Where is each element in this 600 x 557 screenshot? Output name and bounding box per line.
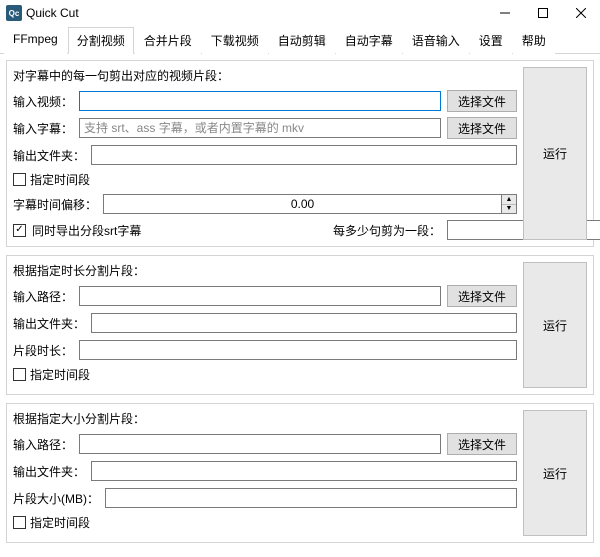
export-srt-label: 同时导出分段srt字幕 [32, 222, 141, 239]
offset-field[interactable] [103, 194, 501, 214]
specify-time-checkbox-2[interactable] [13, 368, 26, 381]
out-folder-label-3: 输出文件夹： [13, 463, 85, 480]
section1-desc: 对字幕中的每一句剪出对应的视频片段： [13, 67, 517, 84]
tab-merge[interactable]: 合并片段 [135, 27, 201, 54]
specify-time-label-3: 指定时间段 [30, 514, 90, 531]
export-srt-checkbox[interactable] [13, 224, 26, 237]
out-folder-field-1[interactable] [91, 145, 517, 165]
maximize-button[interactable] [524, 0, 562, 26]
specify-time-label-1: 指定时间段 [30, 171, 90, 188]
tab-help[interactable]: 帮助 [513, 27, 555, 54]
input-path-label-2: 输入路径： [13, 288, 73, 305]
minimize-button[interactable] [486, 0, 524, 26]
input-path-label-3: 输入路径： [13, 436, 73, 453]
tab-bar: FFmpeg 分割视频 合并片段 下载视频 自动剪辑 自动字幕 语音输入 设置 … [0, 26, 600, 54]
run-button-3[interactable]: 运行 [523, 410, 587, 536]
section-size-split: 根据指定大小分割片段： 输入路径： 选择文件 输出文件夹： 片段大小(MB)： … [6, 403, 594, 543]
run-button-1[interactable]: 运行 [523, 67, 587, 240]
duration-label: 片段时长： [13, 342, 73, 359]
choose-file-button-2[interactable]: 选择文件 [447, 285, 517, 307]
offset-spin-down[interactable]: ▼ [502, 205, 516, 214]
offset-label: 字幕时间偏移： [13, 196, 97, 213]
choose-file-button-3[interactable]: 选择文件 [447, 433, 517, 455]
tab-split-video[interactable]: 分割视频 [68, 27, 134, 54]
section2-desc: 根据指定时长分割片段： [13, 262, 517, 279]
section3-desc: 根据指定大小分割片段： [13, 410, 517, 427]
choose-file-sub-button[interactable]: 选择文件 [447, 117, 517, 139]
tab-auto-edit[interactable]: 自动剪辑 [269, 27, 335, 54]
section-duration-split: 根据指定时长分割片段： 输入路径： 选择文件 输出文件夹： 片段时长： 指定时间… [6, 255, 594, 395]
tab-voice-input[interactable]: 语音输入 [403, 27, 469, 54]
size-field[interactable] [105, 488, 517, 508]
specify-time-checkbox-1[interactable] [13, 173, 26, 186]
input-video-field[interactable] [79, 91, 441, 111]
tab-settings[interactable]: 设置 [470, 27, 512, 54]
input-sub-field[interactable] [79, 118, 441, 138]
app-icon: Qc [6, 5, 22, 21]
section-subtitle-split: 对字幕中的每一句剪出对应的视频片段： 输入视频： 选择文件 输入字幕： 选择文件… [6, 60, 594, 247]
tab-ffmpeg[interactable]: FFmpeg [4, 27, 67, 54]
content: 对字幕中的每一句剪出对应的视频片段： 输入视频： 选择文件 输入字幕： 选择文件… [0, 54, 600, 557]
specify-time-label-2: 指定时间段 [30, 366, 90, 383]
every-label: 每多少句剪为一段： [333, 222, 441, 239]
input-path-field-3[interactable] [79, 434, 441, 454]
offset-spin-up[interactable]: ▲ [502, 195, 516, 205]
specify-time-checkbox-3[interactable] [13, 516, 26, 529]
run-button-2[interactable]: 运行 [523, 262, 587, 388]
choose-file-video-button[interactable]: 选择文件 [447, 90, 517, 112]
window-title: Quick Cut [26, 6, 486, 20]
titlebar: Qc Quick Cut [0, 0, 600, 26]
size-label: 片段大小(MB)： [13, 490, 99, 507]
out-folder-field-3[interactable] [91, 461, 517, 481]
close-button[interactable] [562, 0, 600, 26]
out-folder-label-2: 输出文件夹： [13, 315, 85, 332]
out-folder-field-2[interactable] [91, 313, 517, 333]
out-folder-label-1: 输出文件夹： [13, 147, 85, 164]
tab-auto-sub[interactable]: 自动字幕 [336, 27, 402, 54]
duration-field[interactable] [79, 340, 517, 360]
input-video-label: 输入视频： [13, 93, 73, 110]
input-path-field-2[interactable] [79, 286, 441, 306]
input-sub-label: 输入字幕： [13, 120, 73, 137]
tab-download[interactable]: 下载视频 [202, 27, 268, 54]
